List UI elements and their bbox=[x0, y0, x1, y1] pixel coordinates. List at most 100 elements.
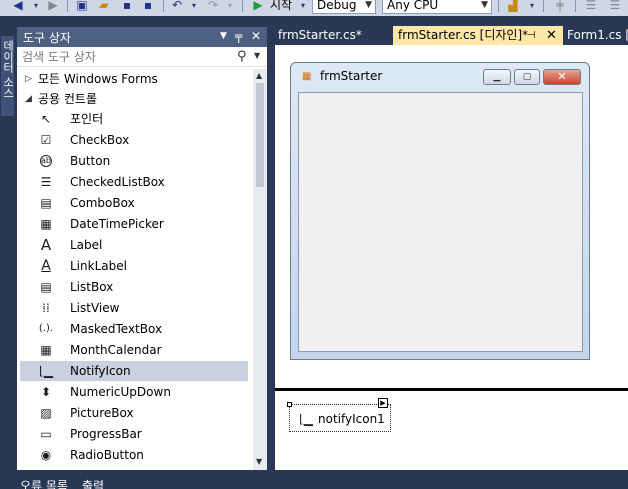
smart-tag-icon[interactable]: ▶ bbox=[378, 398, 388, 408]
toolbar-separator bbox=[543, 0, 544, 12]
data-sources-tab[interactable]: 데이터 소스 bbox=[1, 36, 15, 116]
toolbox-item-combobox[interactable]: ▤ ComboBox bbox=[20, 193, 248, 213]
maximize-icon: ▢ bbox=[514, 69, 540, 85]
button-icon: ab bbox=[40, 155, 52, 167]
pin-icon[interactable]: ╤ bbox=[235, 29, 242, 43]
navigate-forward-icon[interactable]: ▶ bbox=[45, 0, 61, 14]
toolbox-header: 도구 상자 ▼ ╤ ✕ bbox=[17, 27, 267, 47]
platform-value: Any CPU bbox=[387, 0, 439, 12]
left-autohide-strip: 데이터 소스 bbox=[0, 16, 16, 476]
save-icon[interactable]: ▪ bbox=[119, 0, 135, 14]
toolbox-item-picturebox[interactable]: ▨ PictureBox bbox=[20, 403, 248, 423]
find-dropdown-icon[interactable]: ▾ bbox=[527, 0, 537, 14]
pointer-icon: ↖ bbox=[40, 112, 52, 126]
form-client-area[interactable] bbox=[298, 92, 583, 352]
main-toolbar: ◀ ▾ ▶ ▣ ▰ ▪ ▪ ↶ ▾ ↷ ▾ ▶ 시작 ▾ Debug ▼ Any… bbox=[0, 0, 628, 16]
toolbox-item-button[interactable]: ab Button bbox=[20, 151, 248, 171]
undo-icon[interactable]: ↶ bbox=[169, 0, 185, 14]
notify-icon-icon: ⌊▁ bbox=[39, 364, 53, 378]
tab-label: Form1.cs [ bbox=[567, 28, 628, 42]
item-label: RadioButton bbox=[70, 448, 144, 462]
configuration-value: Debug bbox=[317, 0, 357, 12]
toolbox-item-pointer[interactable]: ↖ 포인터 bbox=[20, 109, 248, 129]
tab-error-list[interactable]: 오류 목록 bbox=[20, 479, 68, 489]
tab-frmstarter-design[interactable]: frmStarter.cs [디자인]* ⊣ ✕ bbox=[393, 26, 563, 45]
radio-button-icon: ◉ bbox=[40, 448, 52, 462]
form-icon: ▦ bbox=[302, 71, 312, 82]
start-label[interactable]: 시작 bbox=[270, 0, 292, 14]
group-all-windows-forms[interactable]: ▷ 모든 Windows Forms bbox=[17, 69, 253, 89]
tab-label: frmStarter.cs [디자인]* bbox=[398, 28, 529, 42]
component-tray: ▶ ⌊▁ notifyIcon1 bbox=[275, 391, 628, 470]
tab-output[interactable]: 출력 bbox=[82, 479, 104, 489]
selection-handle bbox=[287, 402, 292, 407]
item-label: NotifyIcon bbox=[70, 364, 131, 378]
solution-platform-select[interactable]: Any CPU ▼ bbox=[382, 0, 492, 14]
start-debug-icon[interactable]: ▶ bbox=[250, 0, 266, 14]
chevron-down-icon: ▼ bbox=[481, 0, 488, 10]
item-label: LinkLabel bbox=[70, 259, 127, 273]
undo-dropdown-icon[interactable]: ▾ bbox=[189, 0, 199, 14]
progressbar-icon: ▭ bbox=[40, 427, 52, 441]
toolbox-scrollbar[interactable]: ▲ ▼ bbox=[253, 69, 267, 470]
toolbox-item-checkedlistbox[interactable]: ☰ CheckedListBox bbox=[20, 172, 248, 192]
solution-configuration-select[interactable]: Debug ▼ bbox=[312, 0, 376, 14]
toolbox-item-datetimepicker[interactable]: ▦ DateTimePicker bbox=[20, 214, 248, 234]
label-icon: A bbox=[40, 236, 52, 254]
redo-icon[interactable]: ↷ bbox=[205, 0, 221, 14]
toolbox-search-box: ⚲ ▼ bbox=[17, 47, 267, 67]
align-center-icon[interactable]: ☰ bbox=[607, 0, 623, 14]
tab-form1-design[interactable]: Form1.cs [ bbox=[562, 26, 628, 45]
scroll-thumb[interactable] bbox=[256, 83, 264, 187]
item-label: PictureBox bbox=[70, 406, 134, 420]
toolbox-list: ▷ 모든 Windows Forms ◢ 공용 컨트롤 ↖ 포인터 ☑ Chec… bbox=[17, 69, 253, 470]
navigate-back-icon[interactable]: ◀ bbox=[10, 0, 26, 14]
toolbox-item-maskedtextbox[interactable]: (.). MaskedTextBox bbox=[20, 319, 248, 339]
scroll-up-icon[interactable]: ▲ bbox=[256, 71, 262, 80]
align-left-icon[interactable]: ☰ bbox=[583, 0, 599, 14]
item-label: NumericUpDown bbox=[70, 385, 171, 399]
open-file-icon[interactable]: ▰ bbox=[96, 0, 112, 14]
toolbox-item-listview[interactable]: ⁞⁞ ListView bbox=[20, 298, 248, 318]
toolbar-separator bbox=[163, 0, 164, 12]
toolbox-item-numericupdown[interactable]: ⬍ NumericUpDown bbox=[20, 382, 248, 402]
toolbox-item-notifyicon[interactable]: ⌊▁ NotifyIcon bbox=[20, 361, 248, 381]
designed-form-window[interactable]: ▦ frmStarter ▁ ▢ ✕ bbox=[290, 62, 590, 360]
group-common-controls[interactable]: ◢ 공용 컨트롤 bbox=[17, 89, 253, 109]
tab-frmstarter-code[interactable]: frmStarter.cs* bbox=[273, 26, 391, 45]
item-label: ComboBox bbox=[70, 196, 135, 210]
toolbox-item-progressbar[interactable]: ▭ ProgressBar bbox=[20, 424, 248, 444]
checkbox-icon: ☑ bbox=[40, 133, 52, 147]
close-icon[interactable]: ✕ bbox=[251, 29, 261, 43]
back-dropdown-icon[interactable]: ▾ bbox=[31, 0, 41, 14]
item-label: Button bbox=[70, 154, 111, 168]
item-label: Label bbox=[70, 238, 103, 252]
toolbox-item-label[interactable]: A Label bbox=[20, 235, 248, 255]
new-project-icon[interactable]: ▣ bbox=[74, 0, 90, 14]
toolbox-item-checkbox[interactable]: ☑ CheckBox bbox=[20, 130, 248, 150]
expand-arrow-icon: ▷ bbox=[25, 74, 32, 84]
find-in-files-icon[interactable]: ▟ bbox=[505, 0, 521, 14]
notifyicon-component[interactable]: ▶ ⌊▁ notifyIcon1 bbox=[287, 398, 391, 432]
toolbox-item-monthcalendar[interactable]: ▦ MonthCalendar bbox=[20, 340, 248, 360]
window-position-icon[interactable]: ▼ bbox=[220, 31, 227, 41]
save-all-icon[interactable]: ▪ bbox=[140, 0, 156, 14]
pin-icon[interactable]: ⊣ bbox=[527, 26, 536, 45]
listbox-icon: ▤ bbox=[40, 280, 52, 294]
align-icon[interactable]: ╪ bbox=[552, 0, 568, 14]
search-dropdown-icon[interactable]: ▼ bbox=[254, 51, 260, 60]
toolbox-item-listbox[interactable]: ▤ ListBox bbox=[20, 277, 248, 297]
toolbox-item-radiobutton[interactable]: ◉ RadioButton bbox=[20, 445, 248, 465]
link-label-icon: A bbox=[41, 258, 51, 274]
tab-label: frmStarter.cs* bbox=[278, 28, 362, 42]
picture-icon: ▨ bbox=[40, 406, 52, 420]
toolbox-item-linklabel[interactable]: A LinkLabel bbox=[20, 256, 248, 276]
toolbox-search-input[interactable] bbox=[22, 49, 227, 65]
scroll-down-icon[interactable]: ▼ bbox=[256, 457, 262, 466]
start-dropdown-icon[interactable]: ▾ bbox=[298, 0, 308, 14]
search-icon[interactable]: ⚲ bbox=[237, 49, 247, 64]
close-icon[interactable]: ✕ bbox=[546, 26, 557, 45]
redo-dropdown-icon[interactable]: ▾ bbox=[225, 0, 235, 14]
item-label: 포인터 bbox=[70, 112, 104, 126]
group-label: 모든 Windows Forms bbox=[38, 72, 158, 86]
